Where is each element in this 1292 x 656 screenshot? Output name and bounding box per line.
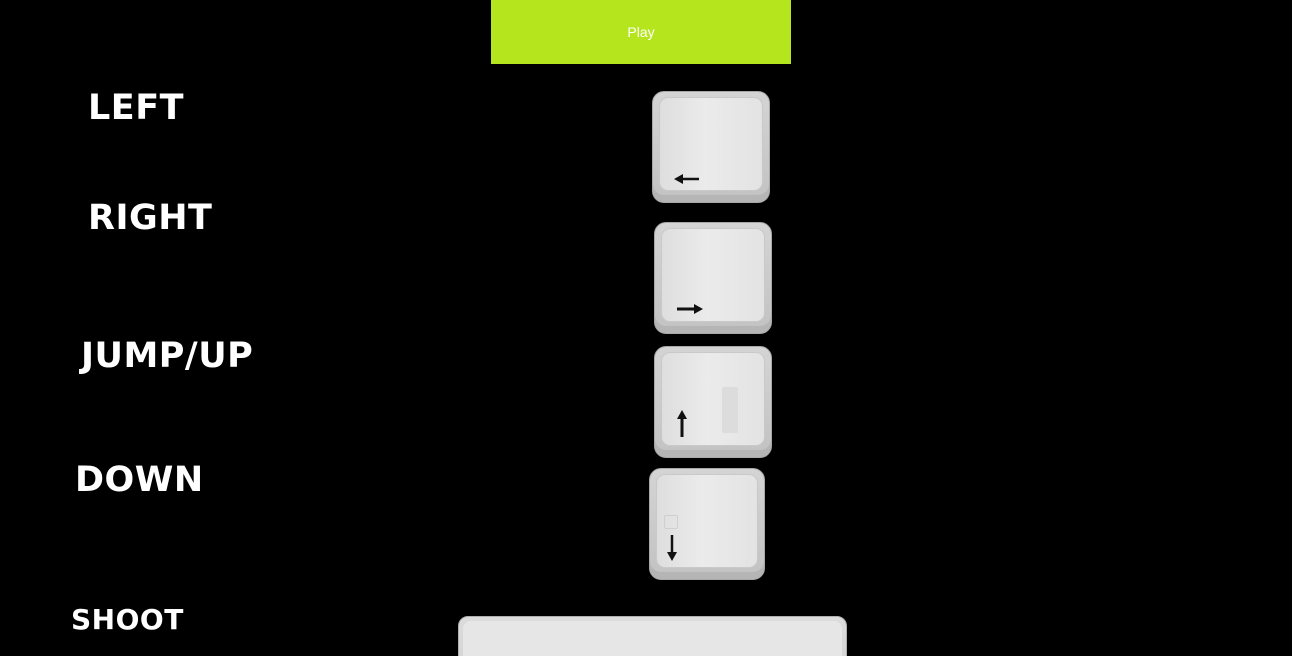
control-label-down: DOWN xyxy=(75,460,204,500)
arrow-left-icon xyxy=(674,174,699,184)
up-arrow-key xyxy=(654,346,772,458)
key-shade xyxy=(722,387,738,433)
key-mark xyxy=(664,515,678,529)
left-arrow-key xyxy=(652,91,770,203)
play-button[interactable]: Play xyxy=(491,0,791,64)
control-label-shoot: SHOOT xyxy=(71,603,184,636)
arrow-down-icon xyxy=(667,535,677,561)
control-label-right: RIGHT xyxy=(88,198,213,238)
arrow-right-icon xyxy=(677,304,703,314)
right-arrow-key xyxy=(654,222,772,334)
key-cap xyxy=(463,621,842,656)
spacebar-key xyxy=(458,616,847,656)
arrow-up-icon xyxy=(677,410,687,437)
control-label-left: LEFT xyxy=(88,88,184,128)
down-arrow-key xyxy=(649,468,765,580)
controls-screen: Play LEFT RIGHT JUMP/UP DOWN SHOOT xyxy=(0,0,1292,656)
control-label-jump-up: JUMP/UP xyxy=(81,336,254,376)
